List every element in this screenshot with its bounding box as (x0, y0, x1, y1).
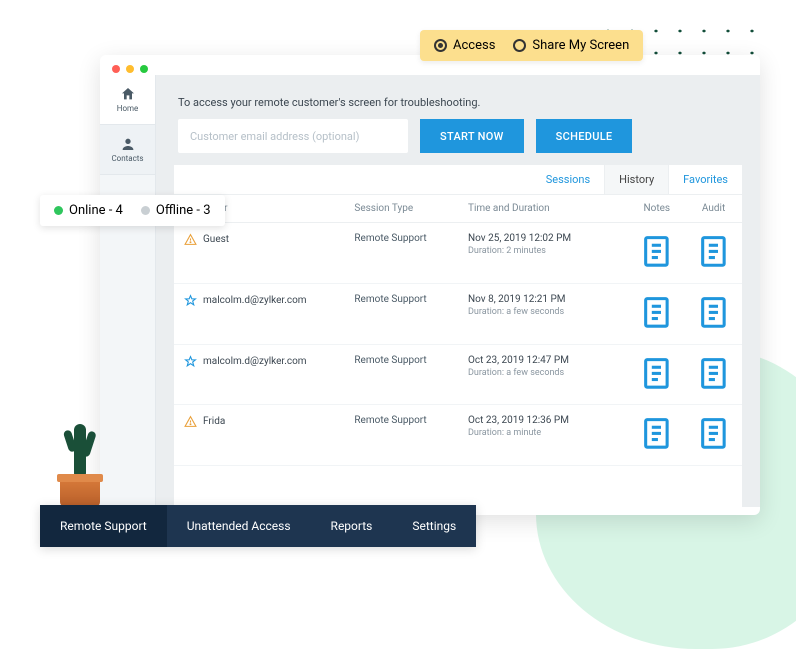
session-type: Remote Support (344, 283, 458, 344)
mode-toggle: Access Share My Screen (420, 30, 643, 61)
nav-settings[interactable]: Settings (392, 505, 476, 547)
tab-favorites[interactable]: Favorites (669, 165, 742, 194)
start-now-button[interactable]: START NOW (420, 119, 524, 153)
star-icon (184, 294, 197, 307)
share-label: Share My Screen (532, 38, 629, 53)
online-stat: Online - 4 (54, 203, 123, 218)
email-input[interactable] (178, 119, 408, 153)
col-time: Time and Duration (458, 195, 628, 223)
notes-icon[interactable] (638, 262, 675, 273)
contacts-icon (120, 136, 136, 152)
home-icon (120, 86, 136, 102)
customer-name: malcolm.d@zylker.com (203, 356, 307, 367)
hero-tagline: To access your remote customer's screen … (178, 96, 738, 109)
share-radio[interactable]: Share My Screen (513, 38, 629, 53)
col-type: Session Type (344, 195, 458, 223)
online-label: Online - 4 (69, 203, 123, 218)
schedule-button[interactable]: SCHEDULE (536, 119, 633, 153)
notes-icon[interactable] (638, 323, 675, 334)
sidebar-item-contacts[interactable]: Contacts (100, 125, 155, 175)
col-audit: Audit (685, 195, 742, 223)
table-row: malcolm.d@zylker.com Remote Support Oct 23… (174, 344, 742, 405)
tab-row: Sessions History Favorites (174, 165, 742, 195)
sidebar-item-home[interactable]: Home (100, 75, 155, 125)
warning-icon (184, 415, 197, 428)
customer-name: Frida (203, 416, 225, 427)
tab-sessions[interactable]: Sessions (532, 165, 604, 194)
main-panel: To access your remote customer's screen … (156, 75, 760, 507)
tab-history[interactable]: History (604, 165, 669, 194)
offline-label: Offline - 3 (156, 203, 211, 218)
decorative-cactus (60, 479, 100, 507)
nav-remote-support[interactable]: Remote Support (40, 505, 167, 547)
bottom-nav: Remote Support Unattended Access Reports… (40, 505, 476, 547)
offline-dot-icon (141, 206, 150, 215)
session-duration: Duration: 2 minutes (468, 246, 618, 256)
star-icon (184, 355, 197, 368)
session-duration: Duration: a few seconds (468, 307, 618, 317)
session-type: Remote Support (344, 405, 458, 466)
table-row: Frida Remote Support Oct 23, 2019 12:36 PM… (174, 405, 742, 466)
customer-name: Guest (203, 234, 229, 245)
table-row: malcolm.d@zylker.com Remote Support Nov 8,… (174, 283, 742, 344)
session-time: Nov 25, 2019 12:02 PM (468, 233, 618, 244)
close-icon[interactable] (112, 65, 120, 73)
status-chip: Online - 4 Offline - 3 (40, 195, 225, 226)
session-duration: Duration: a few seconds (468, 368, 618, 378)
sidebar-label: Contacts (111, 154, 143, 163)
customer-name: malcolm.d@zylker.com (203, 295, 307, 306)
nav-unattended[interactable]: Unattended Access (167, 505, 311, 547)
warning-icon (184, 233, 197, 246)
session-time: Oct 23, 2019 12:36 PM (468, 415, 618, 426)
history-table: Customer Session Type Time and Duration … (174, 195, 742, 466)
session-type: Remote Support (344, 344, 458, 405)
session-type: Remote Support (344, 223, 458, 284)
audit-icon[interactable] (695, 323, 732, 334)
audit-icon[interactable] (695, 262, 732, 273)
access-radio[interactable]: Access (434, 38, 495, 53)
content-panel: Sessions History Favorites Customer Sess… (174, 165, 742, 507)
session-duration: Duration: a minute (468, 428, 618, 438)
hero-section: To access your remote customer's screen … (174, 90, 742, 153)
nav-reports[interactable]: Reports (311, 505, 393, 547)
sidebar: Home Contacts (100, 75, 156, 507)
radio-dot-icon (434, 39, 447, 52)
online-dot-icon (54, 206, 63, 215)
table-row: Guest Remote Support Nov 25, 2019 12:02 PM… (174, 223, 742, 284)
access-label: Access (453, 38, 495, 53)
offline-stat: Offline - 3 (141, 203, 211, 218)
notes-icon[interactable] (638, 383, 675, 394)
session-time: Oct 23, 2019 12:47 PM (468, 355, 618, 366)
sidebar-label: Home (117, 104, 139, 113)
audit-icon[interactable] (695, 383, 732, 394)
app-window: Home Contacts To access your remote cust… (100, 55, 760, 515)
minimize-icon[interactable] (126, 65, 134, 73)
col-notes: Notes (628, 195, 685, 223)
audit-icon[interactable] (695, 444, 732, 455)
session-time: Nov 8, 2019 12:21 PM (468, 294, 618, 305)
maximize-icon[interactable] (140, 65, 148, 73)
radio-dot-icon (513, 39, 526, 52)
notes-icon[interactable] (638, 444, 675, 455)
